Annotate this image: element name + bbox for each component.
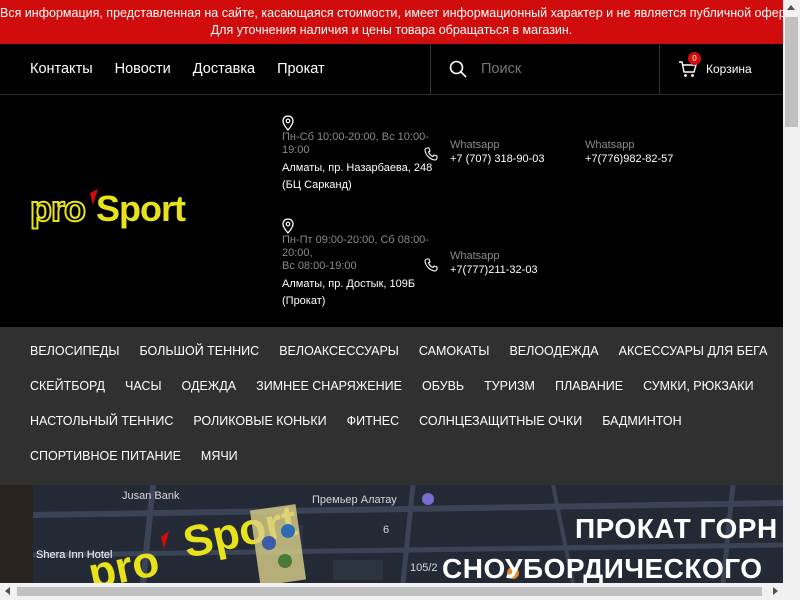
nav-link-contacts[interactable]: Контакты [30, 61, 93, 77]
vertical-scroll-thumb[interactable] [785, 17, 798, 127]
svg-text:pro: pro [30, 188, 85, 229]
category-tourism[interactable]: ТУРИЗМ [484, 379, 535, 393]
phone-3-label: Whatsapp [450, 250, 500, 262]
location-pin-icon [282, 218, 294, 234]
banner-left-strip [0, 485, 33, 583]
map-label-shera-inn: Shera Inn Hotel [36, 549, 113, 561]
category-bike-accessories[interactable]: ВЕЛОАКСЕССУАРЫ [279, 344, 399, 358]
category-scooters[interactable]: САМОКАТЫ [419, 344, 490, 358]
phone-1-number[interactable]: +7 (707) 318-90-03 [450, 152, 544, 166]
phone-3-number[interactable]: +7(777)211-32-03 [450, 263, 538, 277]
map-label-premier-alatau: Премьер Алатау [312, 494, 397, 506]
map-label-6: 6 [383, 524, 390, 536]
category-row-4: СПОРТИВНОЕ ПИТАНИЕ МЯЧИ [30, 449, 238, 463]
category-row-3: НАСТОЛЬНЫЙ ТЕННИС РОЛИКОВЫЕ КОНЬКИ ФИТНЕ… [30, 414, 682, 428]
store-1-hours: Пн-Сб 10:00-20:00, Вс 10:00-19:00 [282, 131, 429, 156]
category-watches[interactable]: ЧАСЫ [125, 379, 162, 393]
phone-2-number[interactable]: +7(776)982-82-57 [585, 152, 673, 166]
phone-2[interactable]: Whatsapp +7(776)982-82-57 [585, 139, 673, 166]
vertical-scrollbar[interactable] [783, 0, 800, 600]
phone-1[interactable]: Whatsapp +7 (707) 318-90-03 [424, 139, 544, 166]
prosport-logo[interactable]: pro Sport [30, 187, 200, 231]
svg-text:Sport: Sport [96, 188, 186, 229]
category-roller-skates[interactable]: РОЛИКОВЫЕ КОНЬКИ [193, 414, 326, 428]
category-navigation: ВЕЛОСИПЕДЫ БОЛЬШОЙ ТЕННИС ВЕЛОАКСЕССУАРЫ… [0, 327, 783, 485]
top-nav-links: Контакты Новости Доставка Прокат [30, 44, 325, 94]
cart-icon: 0 [678, 52, 701, 78]
map-label-jusan-bank: Jusan Bank [122, 490, 180, 502]
store-2-hours-line-1: Пн-Пт 09:00-20:00, Сб 08:00-20:00, [282, 234, 429, 259]
scroll-left-arrow-icon[interactable] [5, 587, 10, 595]
category-table-tennis[interactable]: НАСТОЛЬНЫЙ ТЕННИС [30, 414, 173, 428]
map-label-105-2: 105/2 [410, 562, 438, 574]
search-icon[interactable] [449, 60, 467, 78]
nav-link-news[interactable]: Новости [115, 61, 171, 77]
cart-label: Корзина [706, 62, 752, 76]
category-bike-clothing[interactable]: ВЕЛООДЕЖДА [509, 344, 598, 358]
category-balls[interactable]: МЯЧИ [201, 449, 238, 463]
banner-title-line-2: СНОУБОРДИЧЕСКОГО [442, 553, 763, 583]
top-navigation: Контакты Новости Доставка Прокат 0 Корзи… [0, 44, 783, 95]
promo-banner[interactable]: pro Sport Jusan Bank Премьер Алатау Sher… [0, 485, 783, 583]
category-tennis[interactable]: БОЛЬШОЙ ТЕННИС [139, 344, 259, 358]
disclaimer-line-1: Вся информация, представленная на сайте,… [0, 6, 800, 20]
phone-1-label: Whatsapp [450, 139, 500, 151]
category-sunglasses[interactable]: СОЛНЦЕЗАЩИТНЫЕ ОЧКИ [419, 414, 582, 428]
category-row-2: СКЕЙТБОРД ЧАСЫ ОДЕЖДА ЗИМНЕЕ СНАРЯЖЕНИЕ … [30, 379, 754, 393]
horizontal-scroll-thumb[interactable] [17, 587, 762, 596]
category-winter-gear[interactable]: ЗИМНЕЕ СНАРЯЖЕНИЕ [256, 379, 402, 393]
phone-2-label: Whatsapp [585, 139, 635, 151]
nav-link-delivery[interactable]: Доставка [193, 61, 255, 77]
category-swimming[interactable]: ПЛАВАНИЕ [555, 379, 623, 393]
category-row-1: ВЕЛОСИПЕДЫ БОЛЬШОЙ ТЕННИС ВЕЛОАКСЕССУАРЫ… [30, 344, 767, 358]
store-2-hours-line-2: Вс 08:00-19:00 [282, 260, 357, 272]
banner-title-line-1: ПРОКАТ ГОРН [575, 513, 778, 544]
category-clothing[interactable]: ОДЕЖДА [182, 379, 237, 393]
phone-icon [424, 258, 438, 272]
search-input[interactable] [481, 57, 641, 81]
category-fitness[interactable]: ФИТНЕС [347, 414, 400, 428]
category-shoes[interactable]: ОБУВЬ [422, 379, 464, 393]
category-badminton[interactable]: БАДМИНТОН [602, 414, 681, 428]
disclaimer-banner: Вся информация, представленная на сайте,… [0, 0, 800, 44]
cart-count-badge: 0 [688, 52, 701, 65]
disclaimer-line-2: Для уточнения наличия и цены товара обра… [210, 23, 573, 37]
store-1-address: Алматы, пр. Назарбаева, 248 (БЦ Сарканд) [282, 162, 433, 191]
store-2-address: Алматы, пр. Достык, 109Б (Прокат) [282, 278, 416, 307]
scroll-right-arrow-icon[interactable] [773, 587, 778, 595]
horizontal-scrollbar[interactable] [0, 583, 783, 600]
phone-icon [424, 147, 438, 161]
category-bags[interactable]: СУМКИ, РЮКЗАКИ [643, 379, 753, 393]
store-2: Пн-Пт 09:00-20:00, Сб 08:00-20:00, Вс 08… [282, 218, 442, 310]
category-skateboard[interactable]: СКЕЙТБОРД [30, 379, 105, 393]
phone-3[interactable]: Whatsapp +7(777)211-32-03 [424, 250, 538, 277]
page: { "notice": { "line1": "Вся информация, … [0, 0, 800, 600]
store-1: Пн-Сб 10:00-20:00, Вс 10:00-19:00 Алматы… [282, 115, 442, 194]
nav-link-rental[interactable]: Прокат [277, 61, 325, 77]
scroll-up-arrow-icon[interactable] [787, 5, 795, 10]
search-box [430, 44, 660, 94]
category-sports-nutrition[interactable]: СПОРТИВНОЕ ПИТАНИЕ [30, 449, 181, 463]
category-bicycles[interactable]: ВЕЛОСИПЕДЫ [30, 344, 119, 358]
category-running-accessories[interactable]: АКСЕССУАРЫ ДЛЯ БЕГА [619, 344, 768, 358]
cart-button[interactable]: 0 Корзина [678, 44, 752, 94]
site-header: pro Sport Пн-Сб 10:00-20:00, Вс 10:00-19… [0, 95, 783, 327]
location-pin-icon [282, 115, 294, 131]
